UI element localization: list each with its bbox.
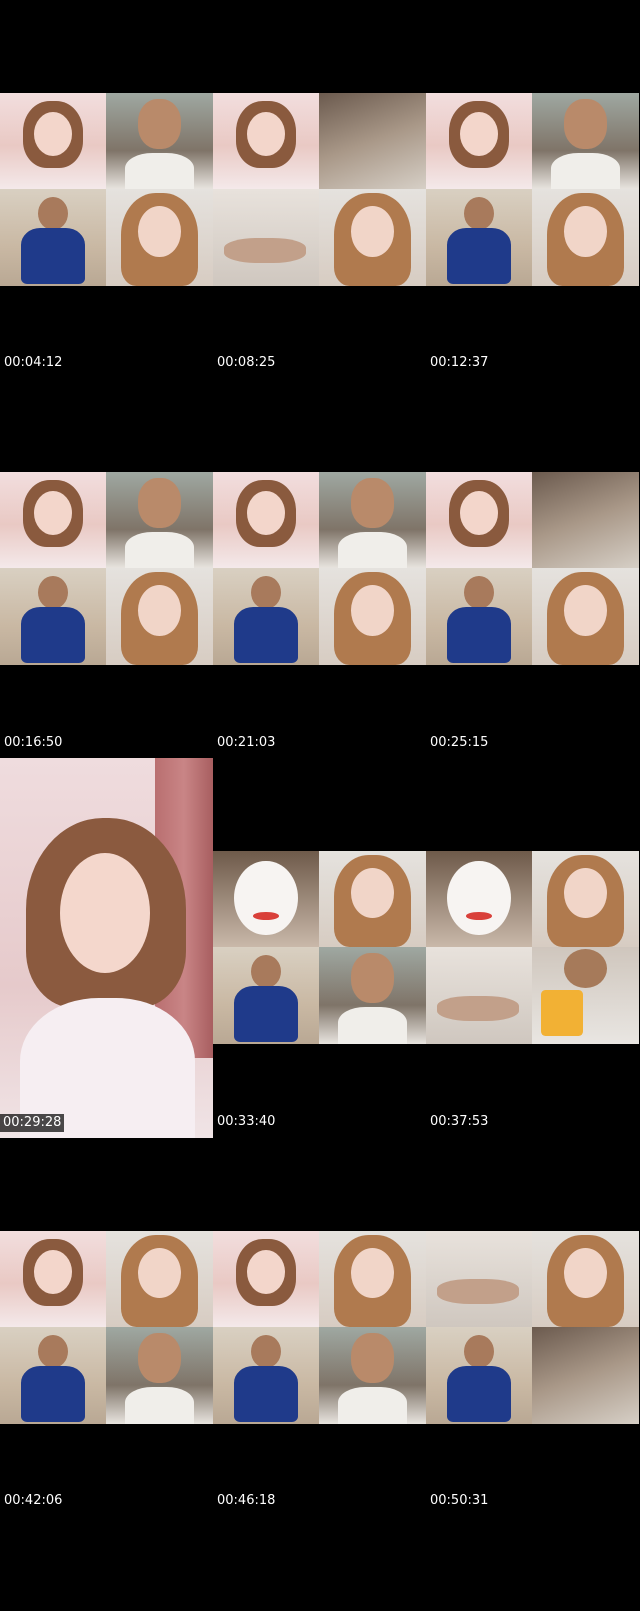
video-tile xyxy=(426,189,532,286)
timestamp-label: 00:33:40 xyxy=(217,1114,276,1129)
video-grid xyxy=(213,93,426,286)
video-tile xyxy=(213,189,319,286)
video-tile xyxy=(106,189,213,286)
thumbnail-frame[interactable]: 00:37:53 xyxy=(426,851,639,1231)
video-tile xyxy=(319,93,426,189)
thumbnail-frame[interactable]: 00:08:25 xyxy=(213,93,426,473)
timestamp-label: 00:29:28 xyxy=(0,1114,65,1132)
video-tile xyxy=(213,851,319,947)
video-tile xyxy=(106,472,213,568)
video-tile xyxy=(532,93,639,189)
video-grid xyxy=(426,1231,639,1424)
thumbnail-frame[interactable]: 00:50:31 xyxy=(426,1231,639,1611)
video-grid xyxy=(0,472,213,665)
thumbnail-frame[interactable]: 00:42:06 xyxy=(0,1231,213,1611)
video-tile xyxy=(213,1231,319,1327)
video-tile xyxy=(426,1327,532,1424)
video-tile xyxy=(213,568,319,665)
thumbnail-frame[interactable]: 00:25:15 xyxy=(426,472,639,852)
video-tile xyxy=(0,189,106,286)
video-grid xyxy=(0,93,213,286)
timestamp-label: 00:46:18 xyxy=(217,1493,276,1508)
video-tile xyxy=(532,189,639,286)
video-tile xyxy=(532,568,639,665)
video-tile xyxy=(532,1327,639,1424)
video-tile xyxy=(319,568,426,665)
video-tile xyxy=(106,1327,213,1424)
video-grid xyxy=(213,851,426,1044)
timestamp-label: 00:37:53 xyxy=(430,1114,489,1129)
video-tile xyxy=(106,1231,213,1327)
video-grid xyxy=(213,472,426,665)
video-grid xyxy=(426,851,639,1044)
video-tile xyxy=(0,93,106,189)
video-tile xyxy=(426,93,532,189)
video-tile xyxy=(532,947,639,1044)
thumbnail-frame[interactable]: 00:46:18 xyxy=(213,1231,426,1611)
video-tile xyxy=(319,189,426,286)
video-tile xyxy=(0,1231,106,1327)
video-tile xyxy=(426,851,532,947)
thumbnail-frame[interactable]: 00:04:12 xyxy=(0,93,213,473)
video-grid xyxy=(0,1231,213,1424)
video-tile xyxy=(532,472,639,568)
video-tile xyxy=(426,568,532,665)
video-tile xyxy=(213,472,319,568)
video-tile xyxy=(319,1327,426,1424)
thumbnail-frame[interactable]: 00:12:37 xyxy=(426,93,639,473)
timestamp-label: 00:25:15 xyxy=(430,735,489,750)
face xyxy=(60,853,150,973)
timestamp-label: 00:16:50 xyxy=(4,735,63,750)
video-frame-single xyxy=(0,758,213,1138)
video-tile xyxy=(532,1231,639,1327)
timestamp-label: 00:08:25 xyxy=(217,355,276,370)
thumbnail-frame[interactable]: 00:29:28 xyxy=(0,758,213,1138)
video-grid xyxy=(426,93,639,286)
video-tile xyxy=(0,568,106,665)
video-tile xyxy=(106,568,213,665)
contact-sheet: { "timestamps": [ "00:04:12", "00:08:25"… xyxy=(0,0,640,1518)
video-tile xyxy=(0,1327,106,1424)
video-tile xyxy=(319,1231,426,1327)
video-tile xyxy=(426,947,532,1044)
video-tile xyxy=(532,851,639,947)
video-tile xyxy=(319,851,426,947)
video-tile xyxy=(426,1231,532,1327)
timestamp-label: 00:12:37 xyxy=(430,355,489,370)
thumbnail-frame[interactable]: 00:33:40 xyxy=(213,851,426,1231)
timestamp-label: 00:50:31 xyxy=(430,1493,489,1508)
thumbnail-frame[interactable]: 00:21:03 xyxy=(213,472,426,852)
video-grid xyxy=(426,472,639,665)
timestamp-label: 00:42:06 xyxy=(4,1493,63,1508)
video-tile xyxy=(319,947,426,1044)
timestamp-label: 00:04:12 xyxy=(4,355,63,370)
video-tile xyxy=(213,1327,319,1424)
timestamp-label: 00:21:03 xyxy=(217,735,276,750)
video-grid xyxy=(213,1231,426,1424)
video-tile xyxy=(106,93,213,189)
video-tile xyxy=(319,472,426,568)
video-tile xyxy=(0,472,106,568)
video-tile xyxy=(426,472,532,568)
video-tile xyxy=(213,947,319,1044)
video-tile xyxy=(213,93,319,189)
